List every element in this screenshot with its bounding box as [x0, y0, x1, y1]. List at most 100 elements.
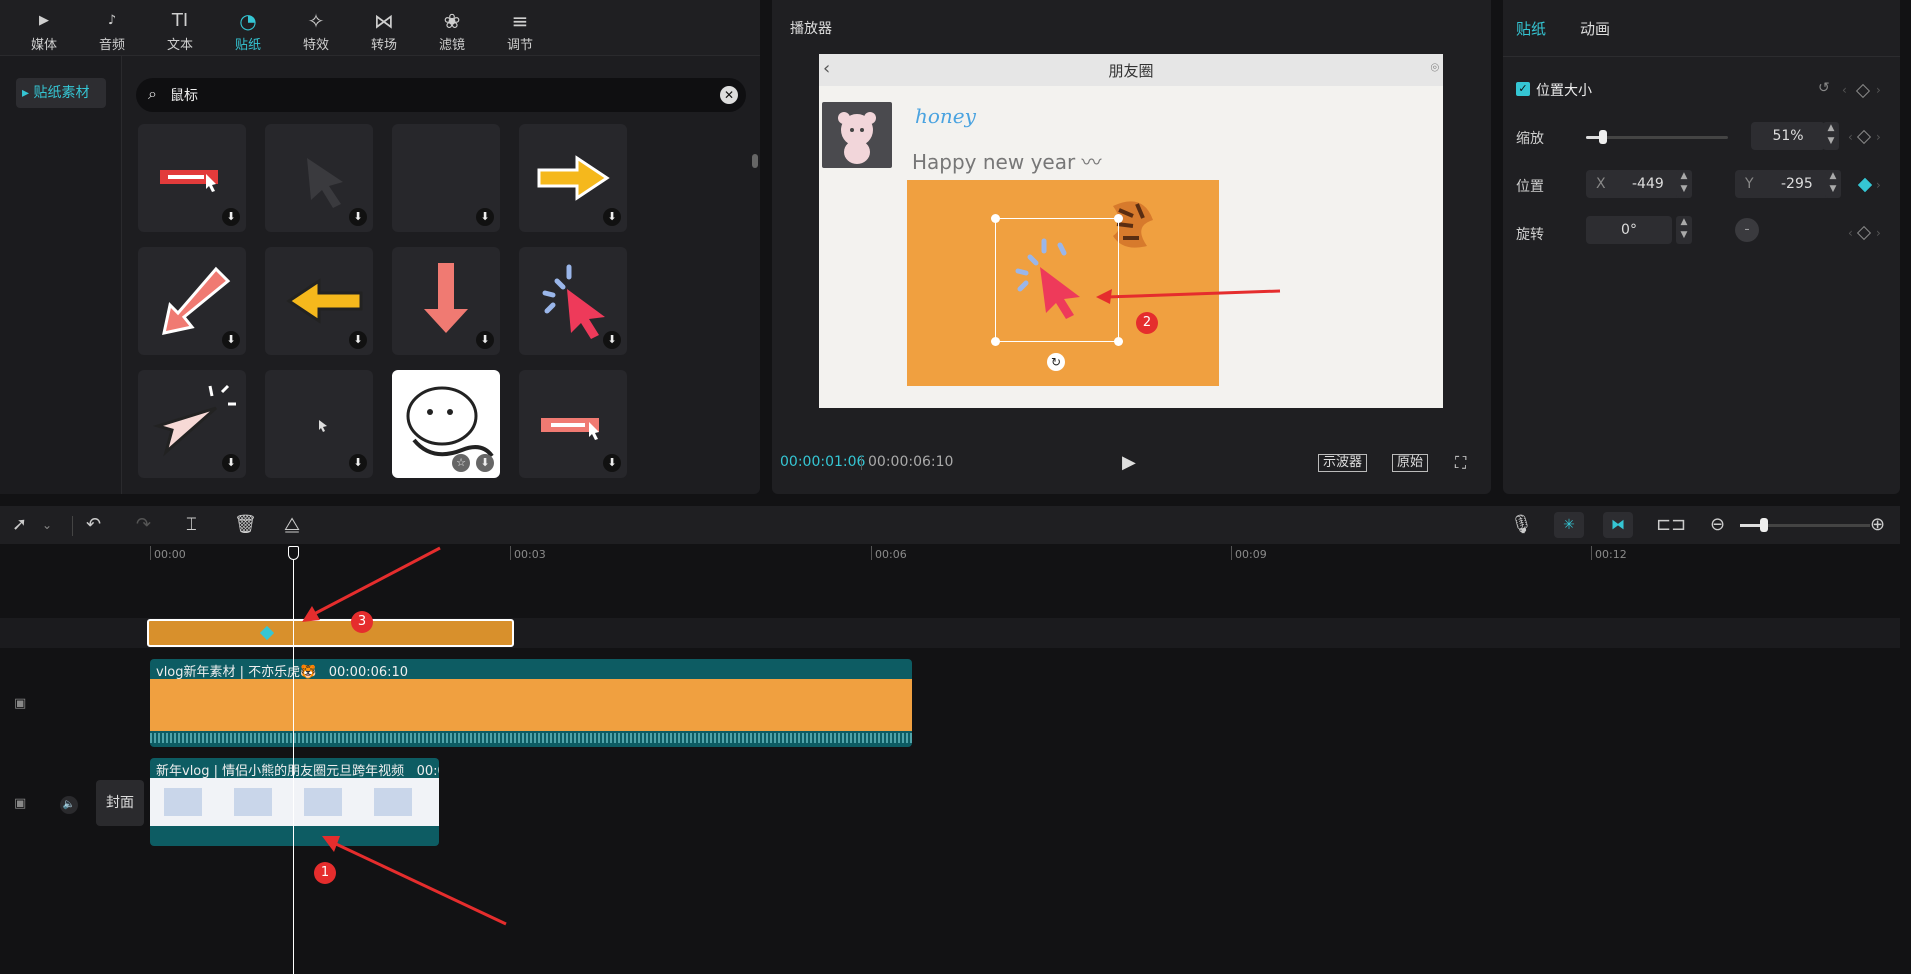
next-keyframe-icon[interactable]: › — [1876, 178, 1881, 192]
download-icon[interactable]: ⬇ — [603, 454, 621, 472]
pos-y-value: -295 — [1781, 176, 1813, 192]
sticker-tile[interactable]: ⬇ — [265, 370, 373, 478]
main-track-icon: ▣ — [14, 796, 27, 811]
sticker-tile[interactable]: ⬇ — [392, 124, 500, 232]
mute-icon[interactable]: 🔈 — [60, 796, 78, 814]
sticker-tile[interactable]: ⬇ — [265, 124, 373, 232]
playhead-handle[interactable] — [288, 546, 299, 560]
clear-search-icon[interactable]: ✕ — [720, 86, 738, 104]
zoom-out-icon[interactable]: ⊖ — [1710, 514, 1725, 535]
rotate-dial[interactable]: – — [1735, 218, 1759, 242]
tab-filter[interactable]: ❀ 滤镜 — [418, 0, 486, 56]
delete-icon[interactable]: 🗑 — [234, 514, 257, 535]
next-keyframe-icon[interactable]: › — [1876, 226, 1881, 240]
play-button[interactable]: ▶ — [1122, 452, 1136, 473]
rotate-handle-icon[interactable]: ↻ — [1047, 353, 1065, 371]
next-keyframe-icon[interactable]: › — [1876, 130, 1881, 144]
resize-handle[interactable] — [991, 337, 1000, 346]
select-tool-icon[interactable]: ➚ — [12, 514, 27, 535]
rotate-input[interactable]: 0° — [1586, 216, 1672, 244]
download-icon[interactable]: ⬇ — [476, 454, 494, 472]
download-icon[interactable]: ⬇ — [349, 454, 367, 472]
download-icon[interactable]: ⬇ — [222, 454, 240, 472]
snap-icon[interactable]: ✳ — [1554, 512, 1584, 538]
playhead[interactable] — [293, 552, 294, 974]
link-icon[interactable]: ⧓ — [1603, 512, 1633, 538]
tab-animation[interactable]: 动画 — [1580, 18, 1610, 39]
download-icon[interactable]: ⬇ — [476, 208, 494, 226]
preview-canvas[interactable]: ‹ 朋友圈 ⌾ honey Happy new year 〰 ↻ 2 — [819, 54, 1443, 408]
tab-transition[interactable]: ⋈ 转场 — [350, 0, 418, 56]
prev-keyframe-icon[interactable]: ‹ — [1848, 130, 1853, 144]
tab-audio[interactable]: ♪ 音频 — [78, 0, 146, 56]
sticker-tile[interactable]: ⬇ — [519, 124, 627, 232]
original-ratio-button[interactable]: 原始 — [1392, 454, 1429, 472]
scale-stepper[interactable]: ▲ ▼ — [1823, 122, 1839, 150]
keyframe-active-icon[interactable] — [259, 625, 275, 641]
tab-adjust[interactable]: ≡ 调节 — [486, 0, 554, 56]
zoom-in-icon[interactable]: ⊕ — [1870, 514, 1885, 535]
download-icon[interactable]: ⬇ — [476, 331, 494, 349]
sticker-tile[interactable]: ⬇ — [138, 247, 246, 355]
redo-icon[interactable]: ↷ — [136, 514, 151, 535]
download-icon[interactable]: ⬇ — [349, 331, 367, 349]
tab-sticker[interactable]: ◔ 贴纸 — [214, 0, 282, 56]
scope-button[interactable]: 示波器 — [1318, 454, 1368, 472]
download-icon[interactable]: ⬇ — [603, 208, 621, 226]
tab-text[interactable]: TI 文本 — [146, 0, 214, 56]
tick-label: 00:03 — [514, 548, 546, 561]
sidebar-item-sticker-assets[interactable]: ▸ 贴纸素材 — [16, 78, 106, 108]
tab-sticker-props[interactable]: 贴纸 — [1516, 18, 1546, 39]
next-keyframe-icon[interactable]: › — [1876, 83, 1881, 97]
cover-button[interactable]: 封面 — [96, 780, 144, 826]
sticker-tile[interactable]: ⬇ — [519, 370, 627, 478]
undo-icon[interactable]: ↶ — [86, 514, 101, 535]
avatar — [822, 102, 892, 168]
scale-slider-knob[interactable] — [1599, 130, 1607, 144]
vlog-video-clip[interactable]: vlog新年素材 | 不亦乐虎🐯 00:00:06:10 — [150, 659, 912, 747]
microphone-icon[interactable]: 🎙 — [1510, 514, 1533, 535]
scrollbar[interactable] — [752, 154, 758, 168]
pos-x-field[interactable]: X -449 — [1586, 170, 1682, 198]
fullscreen-icon[interactable]: ⛶ — [1455, 453, 1466, 473]
search-input[interactable] — [170, 78, 690, 112]
pos-y-field[interactable]: Y -295 — [1735, 170, 1831, 198]
sticker-tile[interactable]: ⬇ — [392, 247, 500, 355]
thumbnail — [374, 788, 412, 816]
sticker-tile[interactable]: ⬇ — [138, 124, 246, 232]
prev-keyframe-icon[interactable]: ‹ — [1848, 226, 1853, 240]
scale-slider-track[interactable] — [1586, 136, 1728, 139]
tab-label: 调节 — [506, 38, 533, 53]
scale-input[interactable]: 51% — [1751, 122, 1825, 150]
download-icon[interactable]: ⬇ — [222, 331, 240, 349]
tab-label: 文本 — [166, 38, 193, 53]
split-icon[interactable]: ⌶ — [186, 514, 197, 535]
favorite-icon[interactable]: ☆ — [452, 454, 470, 472]
zoom-slider-knob[interactable] — [1760, 518, 1768, 532]
audio-icon: ♪ — [107, 13, 117, 28]
sticker-tile[interactable]: ⬇ — [265, 247, 373, 355]
preview-axis-icon[interactable]: ⊏⊐ — [1656, 514, 1686, 535]
tab-effects[interactable]: ✧ 特效 — [282, 0, 350, 56]
prev-keyframe-icon[interactable]: ‹ — [1842, 83, 1847, 97]
rotate-stepper[interactable]: ▲ ▼ — [1676, 216, 1692, 244]
download-icon[interactable]: ⬇ — [603, 331, 621, 349]
x-label: X — [1596, 176, 1606, 192]
tab-media[interactable]: ▶ 媒体 — [10, 0, 78, 56]
resize-handle[interactable] — [1114, 214, 1123, 223]
sticker-tile[interactable]: ☆ ⬇ — [392, 370, 500, 478]
resize-handle[interactable] — [991, 214, 1000, 223]
pos-x-stepper[interactable]: ▲ ▼ — [1676, 170, 1692, 198]
reset-icon[interactable]: ↺ — [1818, 80, 1830, 96]
sticker-tile[interactable]: ⬇ — [138, 370, 246, 478]
search-bar: ⌕ ✕ — [136, 78, 746, 112]
resize-handle[interactable] — [1114, 337, 1123, 346]
download-icon[interactable]: ⬇ — [349, 208, 367, 226]
thumbnail — [304, 788, 342, 816]
mirror-icon[interactable]: ⧋ — [284, 514, 300, 535]
sticker-tile[interactable]: ⬇ — [519, 247, 627, 355]
download-icon[interactable]: ⬇ — [222, 208, 240, 226]
pos-y-stepper[interactable]: ▲ ▼ — [1825, 170, 1841, 198]
chevron-down-icon[interactable]: ⌄ — [42, 518, 52, 532]
position-size-checkbox[interactable]: ✓ — [1516, 82, 1530, 96]
